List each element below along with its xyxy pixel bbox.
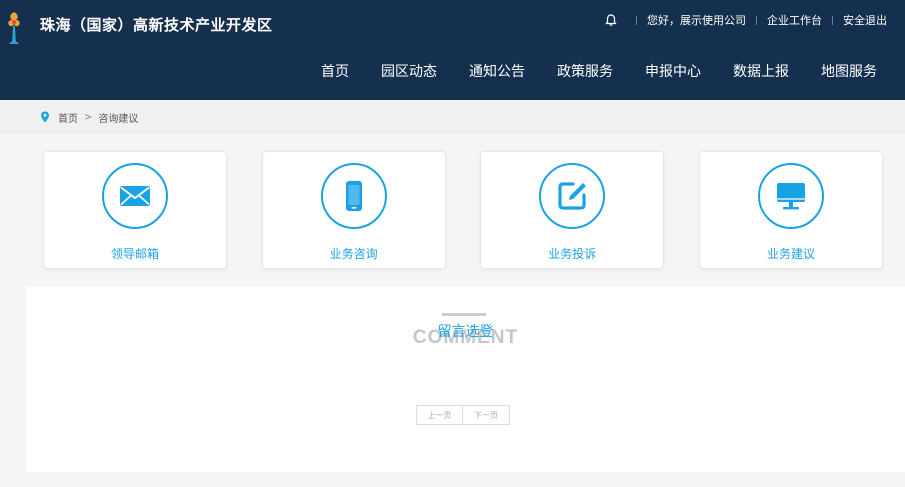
divider (636, 15, 637, 25)
card-icon-circle (757, 163, 824, 229)
greeting-text: 您好，展示使用公司 (647, 14, 746, 27)
nav-item-application-center[interactable]: 申报中心 (645, 61, 701, 81)
service-cards: 领导邮箱 业务咨询 业务投诉 业务建议 (43, 151, 883, 269)
card-business-consult[interactable]: 业务咨询 (261, 151, 446, 269)
location-pin-icon (41, 111, 49, 123)
main-nav: 首页 园区动态 通知公告 政策服务 申报中心 数据上报 地图服务 (321, 61, 877, 81)
title-divider (442, 313, 486, 316)
card-label: 业务投诉 (548, 247, 597, 261)
nav-item-park-news[interactable]: 园区动态 (381, 61, 437, 81)
breadcrumb-home-link[interactable]: 首页 (58, 110, 78, 125)
divider (832, 15, 833, 25)
bell-icon[interactable] (604, 13, 618, 27)
workbench-link[interactable]: 企业工作台 (767, 12, 822, 28)
edit-icon (558, 182, 587, 210)
card-business-complaint[interactable]: 业务投诉 (480, 151, 665, 269)
mobile-phone-icon (345, 181, 362, 211)
nav-item-notices[interactable]: 通知公告 (469, 61, 525, 81)
breadcrumb-current: 咨询建议 (98, 113, 139, 125)
site-header: 珠海（国家）高新技术产业开发区 您好，展示使用公司 企业工作台 安全退出 首页 … (0, 0, 905, 100)
breadcrumb: 首页 > 咨询建议 (0, 100, 905, 134)
envelope-icon (120, 186, 150, 206)
prev-page-button[interactable]: 上一页 (416, 405, 463, 425)
comments-title: 留言选登 (437, 324, 494, 340)
card-label: 领导邮箱 (110, 247, 159, 261)
nav-item-policy-service[interactable]: 政策服务 (557, 61, 613, 81)
logout-link[interactable]: 安全退出 (843, 12, 887, 28)
card-business-suggestion[interactable]: 业务建议 (698, 151, 883, 269)
pagination: 上一页 下一页 (416, 405, 510, 425)
nav-item-map-service[interactable]: 地图服务 (821, 61, 877, 81)
nav-item-home[interactable]: 首页 (321, 61, 349, 81)
logo-icon (8, 12, 20, 44)
card-icon-circle (539, 163, 606, 229)
nav-item-data-report[interactable]: 数据上报 (733, 61, 789, 81)
card-label: 业务建议 (766, 247, 815, 261)
next-page-button[interactable]: 下一页 (463, 405, 510, 425)
monitor-icon (776, 183, 805, 210)
card-icon-circle (320, 163, 387, 229)
divider (756, 15, 757, 25)
card-icon-circle (102, 163, 168, 229)
card-label: 业务咨询 (329, 247, 378, 261)
comments-panel: COMMENT 留言选登 上一页 下一页 (26, 287, 905, 472)
user-bar: 您好，展示使用公司 企业工作台 安全退出 (604, 12, 887, 28)
site-title: 珠海（国家）高新技术产业开发区 (40, 16, 273, 34)
breadcrumb-separator: > (84, 111, 93, 123)
card-leader-mailbox[interactable]: 领导邮箱 (43, 151, 227, 269)
